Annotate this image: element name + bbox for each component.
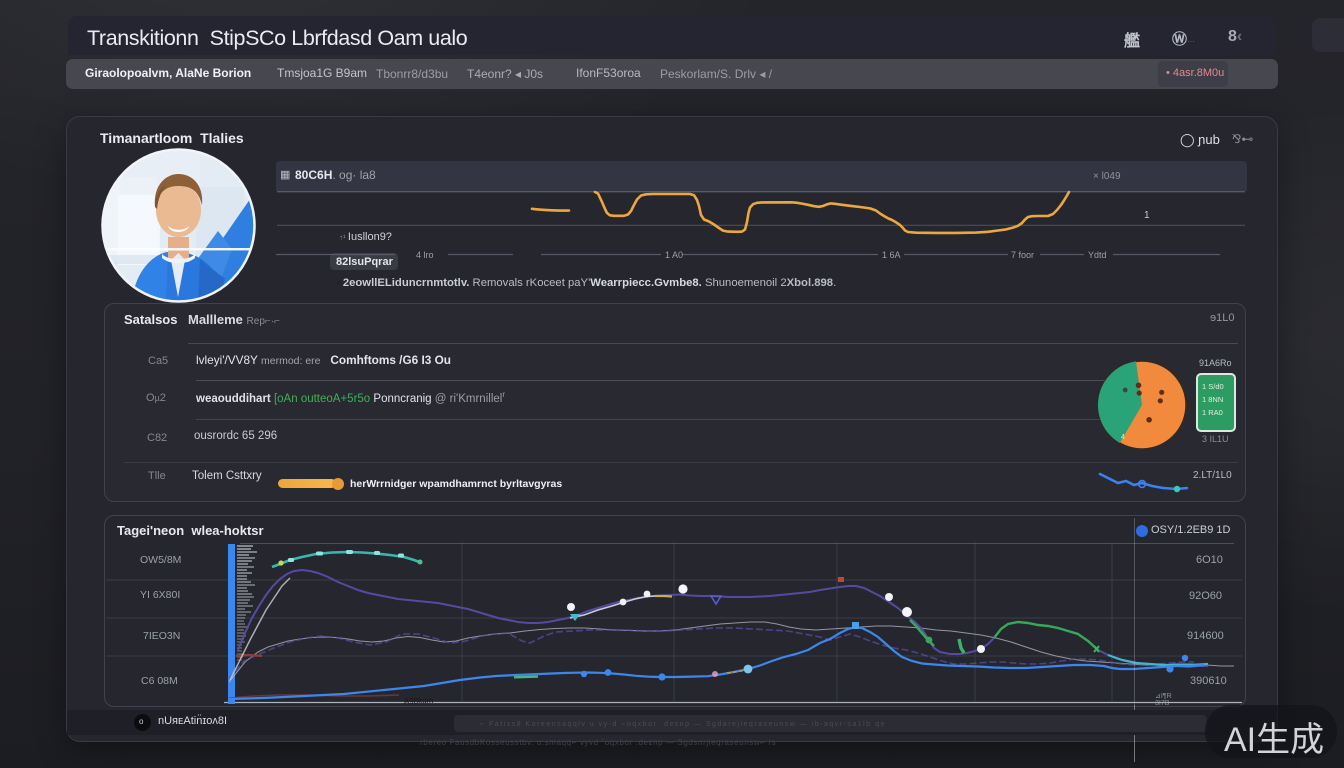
svg-text:1 A0: 1 A0 bbox=[665, 250, 683, 260]
svg-text:7 foor: 7 foor bbox=[1011, 250, 1034, 260]
svg-text:1: 1 bbox=[1144, 210, 1150, 221]
svg-text:4: 4 bbox=[1121, 434, 1125, 441]
svg-text:4 lro: 4 lro bbox=[416, 250, 434, 260]
svg-text:1 6A: 1 6A bbox=[882, 250, 901, 260]
svg-text:A98kum: A98kum bbox=[404, 696, 434, 706]
svg-text:Ydtd: Ydtd bbox=[1088, 250, 1107, 260]
